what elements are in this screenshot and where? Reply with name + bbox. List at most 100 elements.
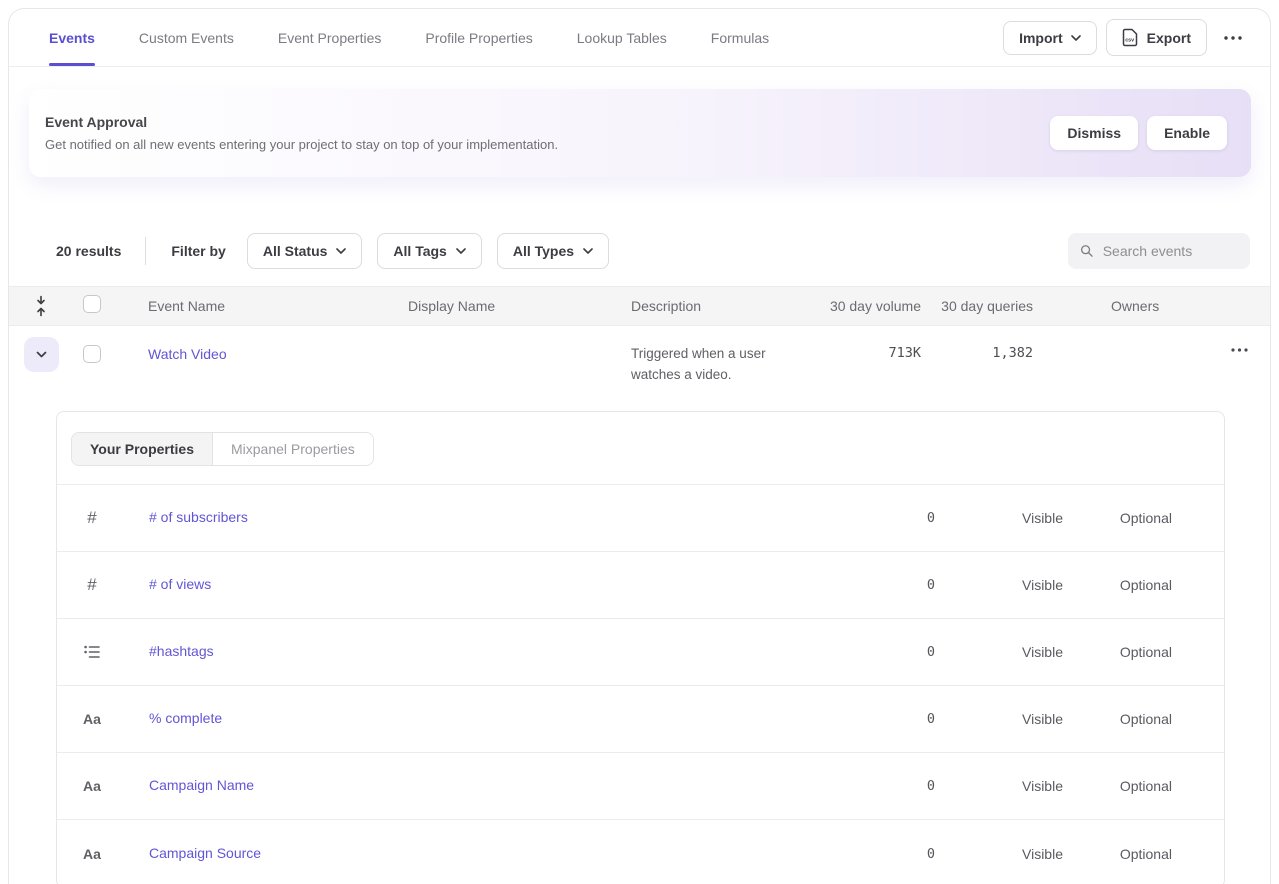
text-type-icon: Aa [83,846,101,862]
property-requirement: Optional [1063,644,1172,660]
property-row: # # of views 0 Visible Optional [57,552,1224,619]
property-requirement: Optional [1063,510,1172,526]
svg-text:csv: csv [1125,37,1134,43]
property-row: Aa % complete 0 Visible Optional [57,686,1224,753]
collapse-all-button[interactable] [32,293,50,319]
nav-tab-formulas[interactable]: Formulas [711,9,769,66]
row-more-options-button[interactable] [1223,342,1256,358]
filter-dropdown-all-tags[interactable]: All Tags [377,233,481,269]
filter-dropdown-label: All Status [263,243,328,259]
select-all-cell [73,295,141,318]
row-checkbox[interactable] [83,345,101,363]
filter-dropdown-label: All Types [513,243,574,259]
property-type-icon-cell [57,645,127,659]
property-link-complete[interactable]: % complete [149,710,222,726]
property-visibility: Visible [935,577,1063,593]
property-requirement: Optional [1063,577,1172,593]
property-value: 0 [815,846,935,862]
property-name-cell: # of subscribers [127,509,815,527]
property-visibility: Visible [935,711,1063,727]
property-value: 0 [815,510,935,526]
top-navigation: Events Custom Events Event Properties Profi… [9,9,1270,67]
property-value: 0 [815,644,935,660]
filter-dropdown-all-types[interactable]: All Types [497,233,609,269]
property-link-of-views[interactable]: # of views [149,576,211,592]
chevron-down-icon [36,351,47,358]
property-link-of-subscribers[interactable]: # of subscribers [149,509,248,525]
collapse-vertical-icon [34,295,48,317]
event-description: Triggered when a user watches a video. [623,326,801,386]
event-name-link[interactable]: Watch Video [148,346,227,362]
property-link-campaign-name[interactable]: Campaign Name [149,777,254,793]
property-link-campaign-source[interactable]: Campaign Source [149,845,261,861]
results-count: 20 results [56,243,121,259]
property-value: 0 [815,577,935,593]
text-type-icon: Aa [83,778,101,794]
nav-tab-events[interactable]: Events [49,9,95,66]
banner-title: Event Approval [45,114,558,130]
event-detail-wrap: Your PropertiesMixpanel Properties # # o… [9,403,1270,884]
property-row: Aa Campaign Source 0 Visible Optional [57,820,1224,884]
filter-toolbar: 20 results Filter by All Status All Tags… [56,233,1250,269]
property-row: #hashtags 0 Visible Optional [57,619,1224,686]
search-box[interactable] [1068,233,1250,269]
collapse-row-button[interactable] [24,337,59,372]
properties-tabs-row: Your PropertiesMixpanel Properties [57,412,1224,485]
event-properties-panel: Your PropertiesMixpanel Properties # # o… [56,411,1225,884]
property-requirement: Optional [1063,846,1172,862]
filter-by-label: Filter by [171,243,225,259]
event-30-day-queries: 1,382 [921,326,1033,361]
banner-actions: Dismiss Enable [1050,116,1227,150]
more-options-button[interactable] [1216,30,1250,46]
event-30-day-volume: 713K [801,326,921,361]
event-approval-banner: Event Approval Get notified on all new e… [29,89,1251,177]
events-table-header: Event Name Display Name Description 30 d… [9,286,1270,326]
chevron-down-icon [1071,35,1081,41]
property-row: # # of subscribers 0 Visible Optional [57,485,1224,552]
property-requirement: Optional [1063,778,1172,794]
list-type-icon [84,645,100,659]
properties-tab-control: Your PropertiesMixpanel Properties [71,432,374,466]
import-label: Import [1019,30,1063,46]
nav-tab-lookup-tables[interactable]: Lookup Tables [577,9,667,66]
search-input[interactable] [1103,243,1238,259]
property-row: Aa Campaign Name 0 Visible Optional [57,753,1224,820]
filter-dropdowns: All Status All Tags All Types [247,233,609,269]
col-header-30-day-queries: 30 day queries [921,298,1033,314]
search-icon [1080,243,1094,259]
event-name-cell: Watch Video [141,326,401,364]
select-all-checkbox[interactable] [83,295,101,313]
property-type-icon-cell: # [57,508,127,528]
properties-tab-your-properties[interactable]: Your Properties [72,433,213,465]
event-row-watch-video: Watch Video Triggered when a user watche… [9,326,1270,403]
row-checkbox-cell [73,326,141,368]
col-header-30-day-volume: 30 day volume [801,298,921,314]
enable-button[interactable]: Enable [1147,116,1227,150]
filter-dropdown-label: All Tags [393,243,446,259]
property-value: 0 [815,778,935,794]
nav-tab-custom-events[interactable]: Custom Events [139,9,234,66]
property-visibility: Visible [935,778,1063,794]
number-type-icon: # [87,575,96,595]
properties-tab-mixpanel-properties[interactable]: Mixpanel Properties [213,433,373,465]
csv-file-icon: csv [1122,28,1139,47]
import-button[interactable]: Import [1003,21,1097,55]
dismiss-button[interactable]: Dismiss [1050,116,1138,150]
lexicon-panel: Events Custom Events Event Properties Profi… [8,8,1271,884]
chevron-down-icon [456,248,466,254]
col-header-display-name: Display Name [401,298,623,314]
number-type-icon: # [87,508,96,528]
property-name-cell: Campaign Source [127,845,815,863]
property-link-hashtags[interactable]: #hashtags [149,643,214,659]
col-header-owners: Owners [1033,298,1209,314]
export-button[interactable]: csv Export [1106,19,1207,56]
nav-tab-profile-properties[interactable]: Profile Properties [425,9,532,66]
filter-dropdown-all-status[interactable]: All Status [247,233,363,269]
nav-tabs: Events Custom Events Event Properties Profi… [49,9,769,66]
nav-tab-event-properties[interactable]: Event Properties [278,9,382,66]
banner-description: Get notified on all new events entering … [45,137,558,152]
property-name-cell: % complete [127,710,815,728]
export-label: Export [1147,30,1191,46]
property-name-cell: # of views [127,576,815,594]
property-type-icon-cell: Aa [57,846,127,862]
